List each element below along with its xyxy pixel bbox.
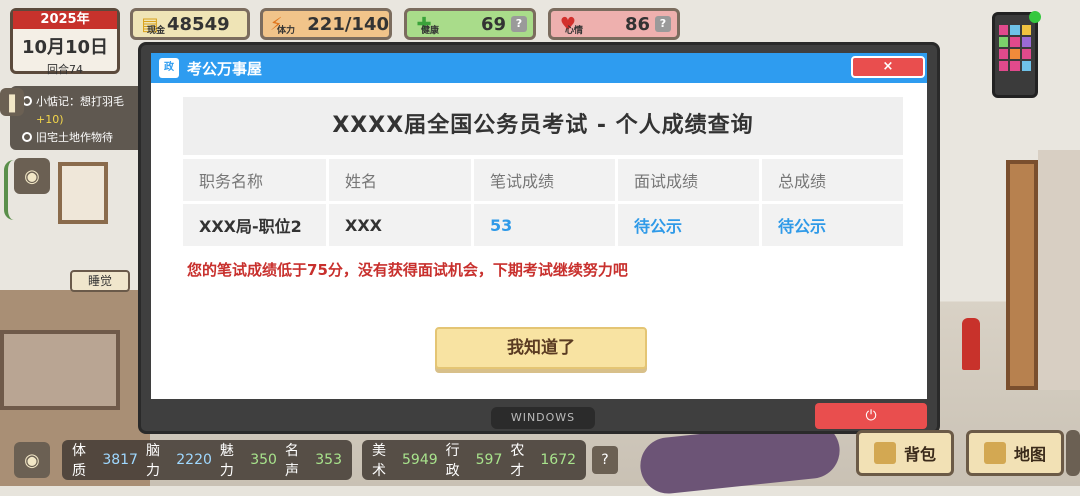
attributes-bar-right: 美术 5949 行政 597 农才 1672 — [362, 440, 586, 480]
bed[interactable] — [0, 330, 120, 410]
room-door[interactable] — [1006, 160, 1038, 390]
date-day: 10月10日 — [21, 37, 109, 58]
mood-stat: ♥ 86 心情 ? — [548, 8, 680, 40]
energy-stat: ⚡ 221/140 体力 — [260, 8, 392, 40]
attr-value: 2220 — [176, 452, 212, 468]
attr-name: 行政 — [445, 443, 460, 479]
attr-name: 农才 — [510, 443, 525, 479]
column-header: 总成绩 — [762, 159, 903, 201]
health-stat: ✚ 69 健康 ? — [404, 8, 536, 40]
column-header: 姓名 — [329, 159, 474, 201]
result-title: XXXX届全国公务员考试 - 个人成绩查询 — [183, 97, 903, 155]
attr-name: 体质 — [72, 443, 86, 479]
log-text-2: 旧宅土地作物待 — [36, 131, 113, 144]
attr-name: 脑力 — [145, 443, 160, 479]
right-wall — [1038, 150, 1080, 390]
log-entry: 小惦记：想打羽毛 — [22, 92, 150, 110]
window-titlebar: 政 考公万事屋 × — [151, 53, 927, 83]
eye-icon[interactable]: ◉ — [14, 158, 50, 194]
bag-button[interactable]: 背包 — [856, 430, 954, 476]
attributes-help-button[interactable]: ? — [592, 446, 618, 474]
health-value: 69 — [481, 13, 507, 35]
log-gain: +10) — [36, 112, 64, 126]
cash-value: 48549 — [167, 13, 230, 35]
notification-dot-icon — [1029, 11, 1041, 23]
total-score: 待公示 — [762, 204, 903, 246]
window-content: XXXX届全国公务员考试 - 个人成绩查询 职务名称 姓名 笔试成绩 面试成绩 … — [151, 83, 927, 399]
energy-value: 221/140 — [307, 13, 389, 35]
log-text-1: 小惦记：想打羽毛 — [36, 95, 124, 108]
score-table: 职务名称 姓名 笔试成绩 面试成绩 总成绩 XXX局-职位2 XXX 53 待公… — [183, 156, 903, 249]
map-label: 地图 — [1013, 445, 1046, 464]
app-logo-icon: 政 — [159, 58, 179, 78]
wall-picture — [58, 162, 108, 224]
table-cell: XXX局-职位2 — [183, 204, 329, 246]
phone-app-grid — [999, 25, 1031, 71]
window-title: 考公万事屋 — [187, 59, 263, 78]
log-entry: 旧宅土地作物待 — [22, 128, 150, 146]
column-header: 面试成绩 — [618, 159, 762, 201]
mood-help-icon[interactable]: ? — [655, 16, 671, 32]
date-card: 2025年 10月10日 回合74 — [10, 8, 120, 76]
log-entry-gain: +10) — [22, 110, 150, 128]
attr-name: 名声 — [284, 443, 299, 479]
column-header: 笔试成绩 — [474, 159, 618, 201]
bag-icon — [873, 442, 896, 464]
attr-value: 1672 — [540, 452, 577, 468]
os-label: WINDOWS — [491, 407, 595, 429]
power-button[interactable]: ⏻ — [815, 403, 927, 429]
table-header-row: 职务名称 姓名 笔试成绩 面试成绩 总成绩 — [183, 159, 903, 201]
map-icon — [983, 442, 1006, 464]
map-button[interactable]: 地图 — [966, 430, 1064, 476]
attr-value: 597 — [475, 452, 503, 468]
attr-value: 3817 — [102, 452, 138, 468]
sleep-tag[interactable]: 睡觉 — [70, 270, 130, 292]
attr-value: 350 — [250, 452, 277, 468]
attr-value: 5949 — [402, 452, 438, 468]
mood-label: 心情 — [565, 26, 584, 36]
event-log[interactable]: 小惦记：想打羽毛 +10) 旧宅土地作物待 — [10, 86, 150, 150]
health-label: 健康 — [421, 26, 440, 36]
cash-stat: ▤ 48549 现金 — [130, 8, 250, 40]
attributes-bar-left: 体质 3817 脑力 2220 魅力 350 名声 353 — [62, 440, 352, 480]
written-score: 53 — [474, 204, 618, 246]
attr-name: 魅力 — [219, 443, 234, 479]
acknowledge-button[interactable]: 我知道了 — [435, 327, 647, 369]
fire-extinguisher — [962, 318, 980, 370]
column-header: 职务名称 — [183, 159, 329, 201]
table-row: XXX局-职位2 XXX 53 待公示 待公示 — [183, 204, 903, 246]
bullet-icon — [22, 132, 32, 142]
energy-label: 体力 — [277, 26, 296, 36]
eye-icon[interactable]: ◉ — [14, 442, 50, 478]
phone-button[interactable] — [992, 11, 1041, 98]
turn-counter: 回合74 — [47, 63, 83, 76]
health-help-icon[interactable]: ? — [511, 16, 527, 32]
mood-value: 86 — [625, 13, 651, 35]
side-panel-edge[interactable] — [1066, 430, 1080, 476]
date-year: 2025年 — [13, 11, 117, 29]
attr-value: 353 — [315, 452, 342, 468]
result-message: 您的笔试成绩低于75分，没有获得面试机会，下期考试继续努力吧 — [187, 261, 628, 279]
bag-label: 背包 — [903, 445, 936, 464]
log-collapse-icon[interactable]: ❚ — [0, 88, 24, 116]
table-cell: XXX — [329, 204, 474, 246]
close-button[interactable]: × — [851, 56, 925, 78]
computer-window: 政 考公万事屋 × XXXX届全国公务员考试 - 个人成绩查询 职务名称 姓名 … — [138, 42, 940, 434]
score-result: XXXX届全国公务员考试 - 个人成绩查询 职务名称 姓名 笔试成绩 面试成绩 … — [183, 97, 903, 249]
attr-name: 美术 — [372, 443, 386, 479]
interview-score: 待公示 — [618, 204, 762, 246]
cash-label: 现金 — [147, 26, 166, 36]
